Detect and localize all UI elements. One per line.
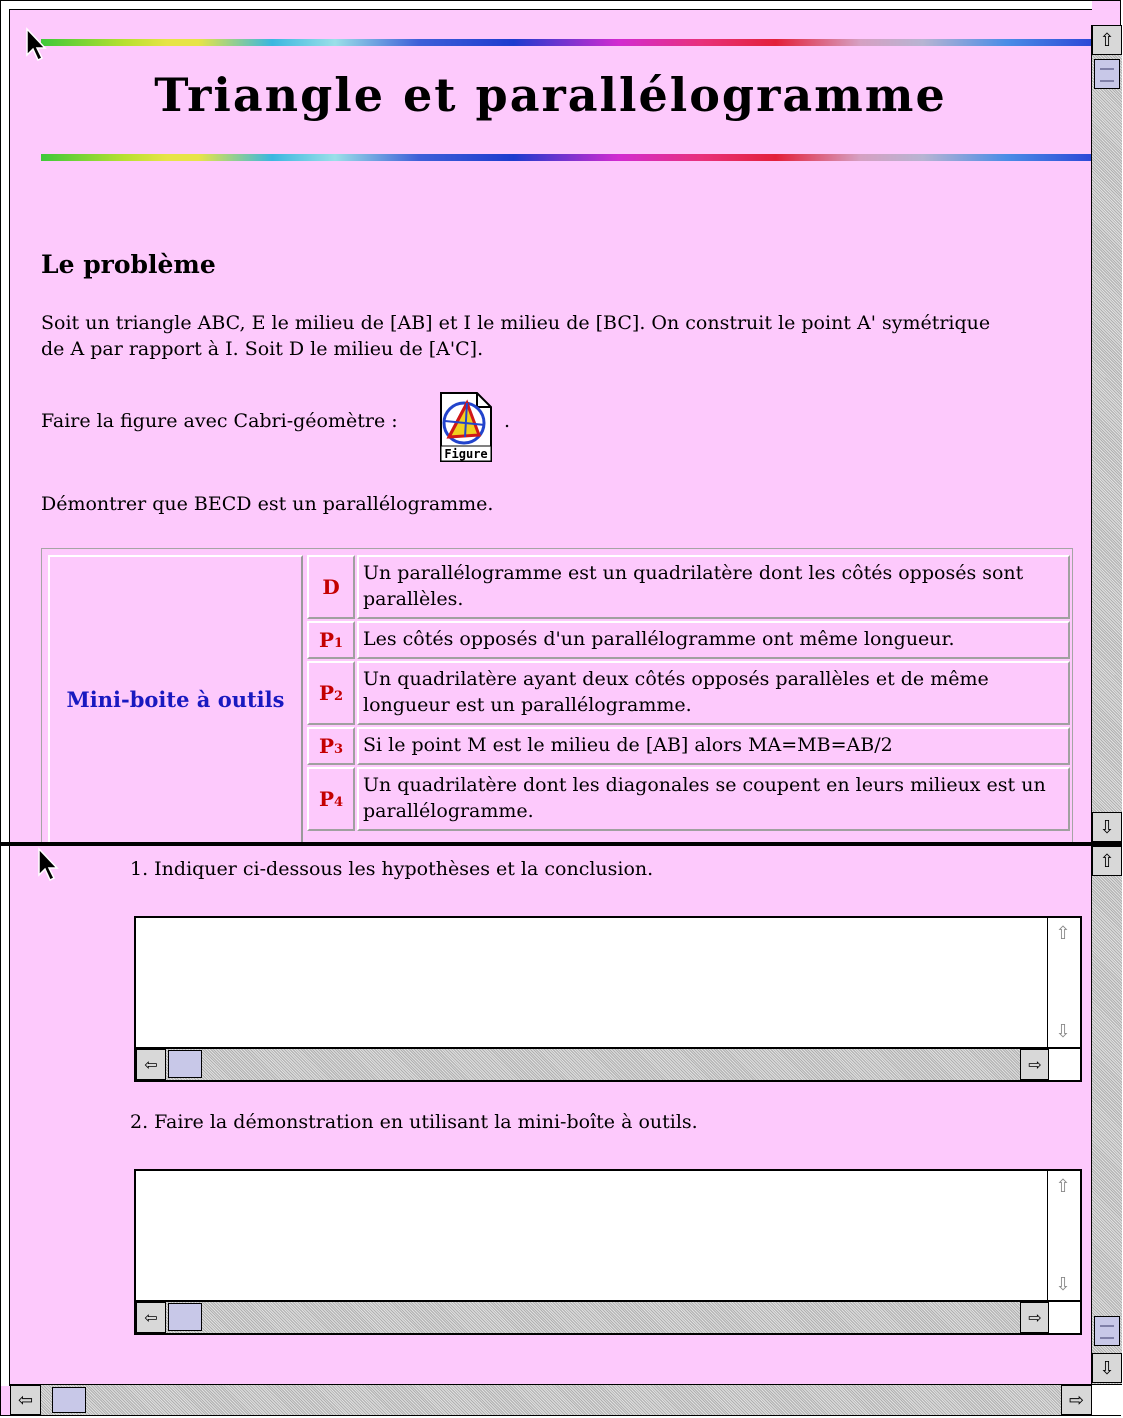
hypotheses-textarea[interactable]: ⇧ ⇩ ⇦ ⇨ (134, 916, 1082, 1082)
scroll-thumb[interactable] (1094, 59, 1120, 89)
window-grow-box[interactable] (1091, 1384, 1122, 1415)
down-arrow-icon[interactable]: ⇩ (1050, 1271, 1076, 1297)
down-arrow-icon[interactable]: ⇩ (1050, 1018, 1076, 1044)
right-arrow-icon[interactable]: ⇨ (1020, 1049, 1050, 1080)
textarea-corner (1048, 1300, 1080, 1333)
up-arrow-icon[interactable]: ⇧ (1092, 25, 1122, 55)
up-arrow-icon[interactable]: ⇧ (1050, 920, 1076, 946)
textarea-hscrollbar[interactable]: ⇦ ⇨ (136, 1300, 1050, 1333)
mouse-pointer-icon (26, 27, 47, 62)
left-arrow-icon[interactable]: ⇦ (136, 1302, 166, 1333)
rule-code: P (318, 681, 334, 705)
down-arrow-icon[interactable]: ⇩ (1092, 1353, 1122, 1383)
problem-frame: Triangle et parallélogramme Le problème … (10, 10, 1091, 842)
toolbox-title: Mini-boite à outils (66, 687, 285, 712)
rule-code-sub: 4 (334, 794, 344, 810)
textarea-hscrollbar[interactable]: ⇦ ⇨ (136, 1047, 1050, 1080)
rule-code-cell: P2 (307, 661, 355, 725)
textarea-scrollbar[interactable]: ⇧ ⇩ (1047, 918, 1080, 1048)
rule-code: P (318, 734, 334, 758)
rule-text: Un quadrilatère dont les diagonales se c… (357, 767, 1070, 831)
rule-text: Un quadrilatère ayant deux côtés opposés… (357, 661, 1070, 725)
question-1: 1. Indiquer ci-dessous les hypothèses et… (130, 858, 654, 880)
figure-icon-label: Figure (444, 447, 487, 461)
rule-code: P (318, 787, 334, 811)
textarea-scrollbar[interactable]: ⇧ ⇩ (1047, 1171, 1080, 1301)
section-heading: Le problème (41, 250, 216, 279)
rainbow-rule-top (41, 39, 1091, 46)
cabri-figure-icon[interactable]: Figure (437, 391, 493, 463)
window-frame-top (9, 1, 1092, 10)
rule-code-sub: 1 (334, 635, 344, 651)
rule-text: Un parallélogramme est un quadrilatère d… (357, 555, 1070, 619)
rule-code: P (318, 628, 334, 652)
question-2: 2. Faire la démonstration en utilisant l… (130, 1111, 698, 1133)
down-arrow-icon[interactable]: ⇩ (1092, 812, 1122, 842)
right-arrow-icon[interactable]: ⇨ (1020, 1302, 1050, 1333)
scroll-thumb[interactable] (168, 1050, 202, 1078)
rule-code-sub: 2 (334, 688, 344, 704)
rule-text: Si le point M est le milieu de [AB] alor… (357, 727, 1070, 765)
left-arrow-icon[interactable]: ⇦ (10, 1385, 41, 1415)
up-arrow-icon[interactable]: ⇧ (1092, 846, 1122, 876)
figure-prompt: Faire la figure avec Cabri-géomètre : (41, 410, 398, 432)
window-frame-left (1, 1, 10, 1386)
window-hscrollbar[interactable]: ⇦ ⇨ (10, 1384, 1092, 1415)
demonstration-textarea[interactable]: ⇧ ⇩ ⇦ ⇨ (134, 1169, 1082, 1335)
textarea-corner (1048, 1047, 1080, 1080)
mouse-pointer-icon (38, 847, 59, 882)
rule-code-cell: P4 (307, 767, 355, 831)
rule-code-cell: P1 (307, 621, 355, 659)
rule-code-cell: D (307, 555, 355, 619)
scroll-thumb[interactable] (52, 1387, 86, 1413)
rainbow-rule-bottom (41, 154, 1091, 161)
scroll-thumb[interactable] (168, 1303, 202, 1331)
problem-text: Soit un triangle ABC, E le milieu de [AB… (41, 312, 991, 360)
answer-frame: 1. Indiquer ci-dessous les hypothèses et… (10, 846, 1091, 1384)
browser-window: Triangle et parallélogramme Le problème … (0, 0, 1122, 1416)
up-arrow-icon[interactable]: ⇧ (1050, 1173, 1076, 1199)
demonstrate-text: Démontrer que BECD est un parallélogramm… (41, 493, 494, 515)
mini-toolbox-table: Mini-boite à outils D Un parallélogramme… (41, 548, 1073, 842)
bottom-frame-scrollbar[interactable]: ⇧ ⇩ (1091, 846, 1122, 1384)
rule-code: D (322, 575, 340, 599)
toolbox-title-cell: Mini-boite à outils (48, 555, 303, 842)
left-arrow-icon[interactable]: ⇦ (136, 1049, 166, 1080)
rule-text: Les côtés opposés d'un parallélogramme o… (357, 621, 1070, 659)
rule-code-sub: 3 (334, 741, 344, 757)
scroll-thumb[interactable] (1094, 1316, 1120, 1346)
top-frame-scrollbar[interactable]: ⇧ ⇩ (1091, 25, 1122, 842)
page-title: Triangle et parallélogramme (154, 68, 947, 122)
figure-trailing-period: . (504, 410, 511, 432)
rule-code-cell: P3 (307, 727, 355, 765)
right-arrow-icon[interactable]: ⇨ (1061, 1385, 1092, 1415)
